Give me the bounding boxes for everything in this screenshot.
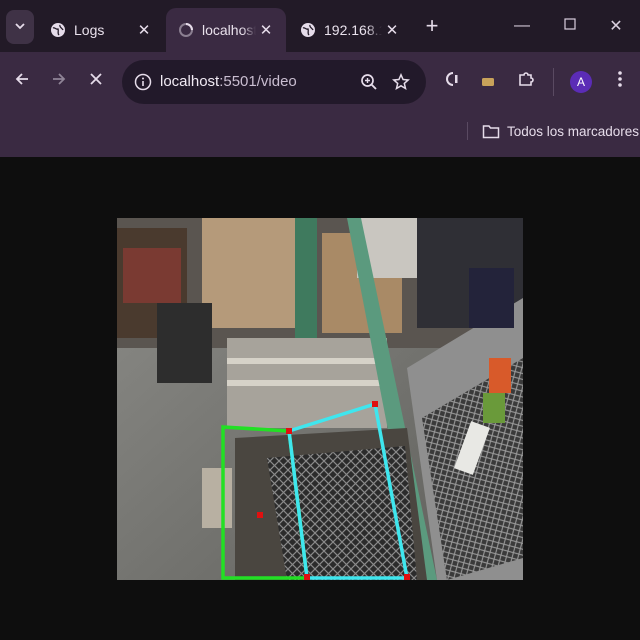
- extension-c-icon: [442, 69, 462, 95]
- maximize-button[interactable]: [558, 14, 582, 38]
- url-host: localhost: [160, 73, 220, 90]
- profile-avatar[interactable]: A: [570, 71, 592, 93]
- bookmarks-divider: [467, 122, 468, 140]
- tab-strip: Logs ✕ localhost:5501/video ✕ 192.168.1 …: [0, 0, 640, 52]
- stack-light-green: [483, 393, 505, 423]
- roi-vertex: [372, 401, 378, 407]
- roi-vertex: [257, 512, 263, 518]
- forward-button[interactable]: [45, 68, 73, 96]
- person: [469, 268, 514, 328]
- tab-logs[interactable]: Logs ✕: [38, 8, 164, 52]
- extensions-menu-button[interactable]: [512, 68, 540, 96]
- metal-sheet-stripe: [227, 358, 387, 364]
- address-bar[interactable]: localhost:5501/video: [122, 60, 426, 104]
- arrow-right-icon: [50, 70, 68, 94]
- browser-chrome: Logs ✕ localhost:5501/video ✕ 192.168.1 …: [0, 0, 640, 157]
- stop-loading-button[interactable]: [82, 68, 110, 96]
- all-bookmarks-button[interactable]: Todos los marcadores: [482, 120, 639, 142]
- cardboard-boxes: [202, 218, 297, 328]
- extension-button[interactable]: [474, 68, 502, 96]
- close-icon[interactable]: ✕: [134, 20, 154, 40]
- url-text[interactable]: localhost:5501/video: [160, 73, 297, 90]
- roi-vertex: [286, 428, 292, 434]
- bookmarks-bar: Todos los marcadores: [0, 114, 640, 148]
- arrow-left-icon: [13, 70, 31, 94]
- window-close-button[interactable]: ✕: [604, 14, 628, 38]
- metal-sheet-stripe: [227, 380, 387, 386]
- cart: [157, 303, 212, 383]
- roi-vertex: [304, 574, 310, 580]
- plus-icon: +: [425, 13, 439, 38]
- chevron-down-icon: [14, 20, 26, 35]
- tab-search-button[interactable]: [6, 10, 34, 44]
- back-button[interactable]: [8, 68, 36, 96]
- stack-light-red: [489, 358, 511, 393]
- extension-button[interactable]: [438, 68, 466, 96]
- page-viewport: [0, 157, 640, 640]
- video-stream: [117, 218, 523, 580]
- kebab-menu-icon: [617, 70, 623, 94]
- zoom-icon[interactable]: [358, 71, 380, 93]
- puzzle-icon: [516, 69, 536, 95]
- loading-icon: [178, 22, 194, 38]
- new-tab-button[interactable]: +: [420, 13, 444, 38]
- url-path: :5501/video: [219, 73, 297, 90]
- roi-vertex: [404, 574, 410, 580]
- debris-left: [202, 468, 232, 528]
- extension-tag-icon: [481, 71, 495, 93]
- video-frame: [117, 218, 523, 580]
- minimize-button[interactable]: —: [510, 14, 534, 38]
- tab-title: 192.168.1: [324, 22, 382, 38]
- close-icon: ✕: [609, 18, 623, 35]
- tab-title: localhost:5501/video: [202, 22, 256, 38]
- globe-icon: [50, 22, 66, 38]
- menu-button[interactable]: [606, 68, 634, 96]
- shelf-items: [123, 248, 181, 303]
- all-bookmarks-label: Todos los marcadores: [507, 123, 640, 139]
- close-icon[interactable]: ✕: [256, 20, 276, 40]
- maximize-icon: [564, 17, 576, 35]
- minimize-icon: —: [514, 17, 530, 34]
- tab-ip[interactable]: 192.168.1 ✕: [288, 8, 412, 52]
- green-pillar: [295, 218, 317, 343]
- tab-video[interactable]: localhost:5501/video ✕: [166, 8, 286, 52]
- close-icon: [88, 71, 104, 93]
- toolbar-divider: [553, 68, 554, 96]
- globe-icon: [300, 22, 316, 38]
- folder-icon: [482, 124, 500, 139]
- tab-title: Logs: [74, 22, 105, 38]
- site-info-icon[interactable]: [132, 71, 154, 93]
- close-icon[interactable]: ✕: [382, 20, 402, 40]
- profile-initial: A: [576, 75, 585, 89]
- star-icon[interactable]: [390, 71, 412, 93]
